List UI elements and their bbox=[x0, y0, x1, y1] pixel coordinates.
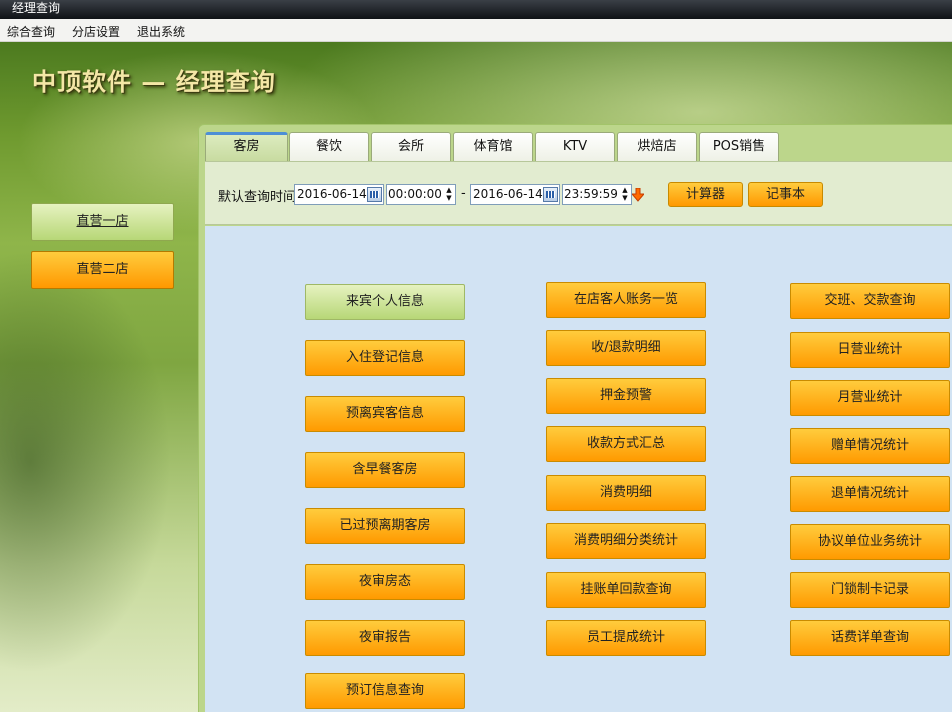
calculator-button[interactable]: 计算器 bbox=[668, 182, 743, 207]
complimentary-stats-button[interactable]: 赠单情况统计 bbox=[790, 428, 950, 464]
credit-repayment-button[interactable]: 挂账单回款查询 bbox=[546, 572, 706, 608]
staff-commission-button[interactable]: 员工提成统计 bbox=[546, 620, 706, 656]
phone-bill-query-button[interactable]: 话费详单查询 bbox=[790, 620, 950, 656]
in-house-accounts-button[interactable]: 在店客人账务一览 bbox=[546, 282, 706, 318]
refund-order-stats-button[interactable]: 退单情况统计 bbox=[790, 476, 950, 512]
shift-handover-button[interactable]: 交班、交款查询 bbox=[790, 283, 950, 319]
tab-ktv[interactable]: KTV bbox=[535, 132, 615, 161]
tab-club[interactable]: 会所 bbox=[371, 132, 451, 161]
start-time-value: 00:00:00 bbox=[388, 187, 442, 201]
down-arrow-icon[interactable] bbox=[632, 188, 644, 202]
reservation-query-button[interactable]: 预订信息查询 bbox=[305, 673, 465, 709]
date-range-separator: - bbox=[461, 186, 466, 201]
spin-arrows-icon[interactable]: ▲ ▼ bbox=[620, 186, 630, 203]
notepad-button[interactable]: 记事本 bbox=[748, 182, 823, 207]
overdue-rooms-button[interactable]: 已过预离期客房 bbox=[305, 508, 465, 544]
corporate-business-button[interactable]: 协议单位业务统计 bbox=[790, 524, 950, 560]
menu-item-branch-settings[interactable]: 分店设置 bbox=[72, 23, 120, 40]
branch-button-1[interactable]: 直营一店 bbox=[31, 203, 174, 241]
end-time-value: 23:59:59 bbox=[564, 187, 618, 201]
end-date-value: 2016-06-14 bbox=[473, 187, 543, 201]
night-audit-report-button[interactable]: 夜审报告 bbox=[305, 620, 465, 656]
payment-summary-button[interactable]: 收款方式汇总 bbox=[546, 426, 706, 462]
daily-revenue-button[interactable]: 日营业统计 bbox=[790, 332, 950, 368]
tab-bakery[interactable]: 烘焙店 bbox=[617, 132, 697, 161]
start-date-input[interactable]: 2016-06-14 bbox=[294, 184, 384, 205]
window-title: 经理查询 bbox=[12, 1, 61, 15]
query-time-label: 默认查询时间 bbox=[218, 190, 297, 205]
start-date-value: 2016-06-14 bbox=[297, 187, 367, 201]
calendar-icon[interactable] bbox=[543, 187, 558, 202]
key-card-log-button[interactable]: 门锁制卡记录 bbox=[790, 572, 950, 608]
monthly-revenue-button[interactable]: 月营业统计 bbox=[790, 380, 950, 416]
app-logo: 中顶软件 — 经理查询 bbox=[32, 67, 276, 96]
checkin-info-button[interactable]: 入住登记信息 bbox=[305, 340, 465, 376]
calendar-icon[interactable] bbox=[367, 187, 382, 202]
end-time-input[interactable]: 23:59:59 ▲ ▼ bbox=[562, 184, 632, 205]
tab-dining[interactable]: 餐饮 bbox=[289, 132, 369, 161]
branch-button-2[interactable]: 直营二店 bbox=[31, 251, 174, 289]
breakfast-rooms-button[interactable]: 含早餐客房 bbox=[305, 452, 465, 488]
tab-gym[interactable]: 体育馆 bbox=[453, 132, 533, 161]
expected-departure-button[interactable]: 预离宾客信息 bbox=[305, 396, 465, 432]
consumption-details-button[interactable]: 消费明细 bbox=[546, 475, 706, 511]
deposit-alert-button[interactable]: 押金预警 bbox=[546, 378, 706, 414]
spin-arrows-icon[interactable]: ▲ ▼ bbox=[444, 186, 454, 203]
menu-item-exit[interactable]: 退出系统 bbox=[137, 23, 185, 40]
start-time-input[interactable]: 00:00:00 ▲ ▼ bbox=[386, 184, 456, 205]
menu-item-overview[interactable]: 综合查询 bbox=[7, 23, 55, 40]
tab-pos-sales[interactable]: POS销售 bbox=[699, 132, 779, 161]
end-date-input[interactable]: 2016-06-14 bbox=[470, 184, 560, 205]
guest-info-button[interactable]: 来宾个人信息 bbox=[305, 284, 465, 320]
menu-bar: 综合查询 分店设置 退出系统 bbox=[0, 19, 952, 42]
night-audit-status-button[interactable]: 夜审房态 bbox=[305, 564, 465, 600]
consumption-category-button[interactable]: 消费明细分类统计 bbox=[546, 523, 706, 559]
tab-rooms[interactable]: 客房 bbox=[205, 132, 288, 161]
query-filter-bar: 默认查询时间 2016-06-14 00:00:00 ▲ ▼ - 2016-06-… bbox=[205, 161, 952, 225]
refund-details-button[interactable]: 收/退款明细 bbox=[546, 330, 706, 366]
window-title-bar: 经理查询 bbox=[0, 0, 952, 19]
